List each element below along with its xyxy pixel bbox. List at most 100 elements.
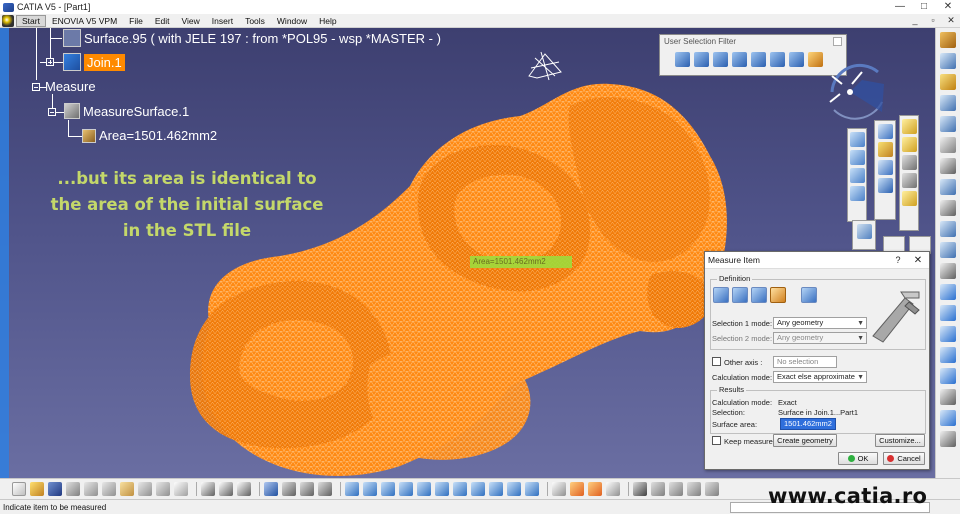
point-filter-icon[interactable] [663,52,671,67]
circle-icon[interactable] [940,326,956,342]
calc-mode-select[interactable]: Exact else approximate ▼ [773,371,867,383]
tree-node-join[interactable]: Join.1 [63,53,125,71]
rotate-view-icon[interactable] [399,482,413,496]
doc-restore-button[interactable]: ▫ [924,15,942,26]
update-icon[interactable] [651,482,665,496]
shading-icon[interactable] [489,482,503,496]
intersection-icon[interactable] [770,52,785,67]
more-tools-icon[interactable] [940,431,956,447]
create-geometry-button[interactable]: Create geometry [773,434,837,447]
plane-icon[interactable] [940,116,956,132]
customize-button[interactable]: Customize... [875,434,925,447]
axis-toolbar-icon[interactable] [687,482,701,496]
sketcher-icon[interactable] [940,53,956,69]
fit-all-icon[interactable] [363,482,377,496]
constraint-icon[interactable] [940,158,956,174]
floating-toolbar-small-1[interactable] [852,220,876,250]
hide-icon[interactable] [507,482,521,496]
selection1-mode-select[interactable]: Any geometry ▼ [773,317,867,329]
menu-start[interactable]: Start [16,14,46,27]
new-icon[interactable] [12,482,26,496]
open-icon[interactable] [30,482,44,496]
collapse-measuresurface-icon[interactable] [48,108,56,116]
redo-icon[interactable] [156,482,170,496]
boundary-icon[interactable] [877,178,893,193]
expand-join-icon[interactable] [46,58,54,66]
analysis-icon[interactable] [940,389,956,405]
surface-area-field[interactable]: 1501.462mm2 [780,418,836,430]
apply-material-icon[interactable] [588,482,602,496]
tree-node-area[interactable]: Area=1501.462mm2 [82,128,217,143]
point-icon[interactable] [940,74,956,90]
close-window-button[interactable]: ✕ [936,0,960,14]
tree-node-surface[interactable]: Surface.95 ( with JELE 197 : from *POL95… [63,29,441,47]
scaling-icon[interactable] [901,173,917,188]
table-icon[interactable] [264,482,278,496]
undo-icon[interactable] [138,482,152,496]
fillet-icon[interactable] [940,410,956,426]
swap-space-icon[interactable] [525,482,539,496]
menu-window[interactable]: Window [271,16,313,26]
toolbar-close-icon[interactable] [833,37,842,46]
extrude-icon[interactable] [849,132,865,147]
workbench-icon[interactable] [940,32,956,48]
join-tool-icon[interactable] [877,124,893,139]
revolve-icon[interactable] [849,150,865,165]
other-axis-checkbox[interactable] [712,357,721,366]
cancel-button[interactable]: Cancel [883,452,925,465]
zoom-in-icon[interactable] [417,482,431,496]
comment-icon[interactable] [219,482,233,496]
multi-sections-icon[interactable] [940,368,956,384]
tree-node-measure[interactable]: Measure [45,79,96,94]
measure-thickness-icon[interactable] [801,287,817,303]
cut-icon[interactable] [84,482,98,496]
volume-filter-icon[interactable] [713,52,728,67]
area-annotation[interactable]: Area=1501.462mm2 [470,256,572,268]
helix-icon[interactable] [940,200,956,216]
measure-between-icon[interactable] [713,287,729,303]
symmetry-icon[interactable] [901,155,917,170]
material-icon[interactable] [570,482,584,496]
copy-icon[interactable] [102,482,116,496]
corner-icon[interactable] [940,221,956,237]
menu-tools[interactable]: Tools [239,16,271,26]
measure-fan-icon[interactable] [751,287,767,303]
fill-icon[interactable] [849,186,865,201]
translate-icon[interactable] [901,119,917,134]
catia-logo-icon[interactable] [2,14,14,27]
doc-minimize-button[interactable]: _ [906,15,924,26]
curve-filter-icon[interactable] [675,52,690,67]
save-icon[interactable] [48,482,62,496]
sketch-icon[interactable] [856,224,872,239]
properties-icon[interactable] [606,482,620,496]
normal-view-icon[interactable] [453,482,467,496]
quick-select-icon[interactable] [789,52,804,67]
projection-icon[interactable] [940,137,956,153]
menu-edit[interactable]: Edit [149,16,176,26]
menu-help[interactable]: Help [313,16,342,26]
floating-toolbar-operations[interactable] [874,120,896,220]
menu-view[interactable]: View [176,16,206,26]
offset-icon[interactable] [940,305,956,321]
spline-icon[interactable] [940,179,956,195]
swap-icon[interactable] [318,482,332,496]
measure-in-chain-icon[interactable] [732,287,748,303]
selection2-mode-select[interactable]: Any geometry ▼ [773,332,867,344]
tool-selection-icon[interactable] [808,52,823,67]
axis-icon[interactable] [940,263,956,279]
catalog-icon[interactable] [282,482,296,496]
minimize-button[interactable]: — [888,0,912,14]
line-icon[interactable] [940,95,956,111]
compass-icon[interactable] [822,62,888,122]
geometrical-element-filter-icon[interactable] [751,52,766,67]
feature-element-filter-icon[interactable] [732,52,747,67]
collapse-measure-icon[interactable] [32,83,40,91]
connect-curve-icon[interactable] [940,242,956,258]
sweep-icon[interactable] [849,168,865,183]
zoom-out-icon[interactable] [435,482,449,496]
user-selection-filter-toolbar[interactable]: User Selection Filter [659,34,847,76]
affinity-icon[interactable] [901,191,917,206]
fly-mode-icon[interactable] [345,482,359,496]
measure-item-icon[interactable] [770,287,786,303]
rotate-icon[interactable] [901,137,917,152]
